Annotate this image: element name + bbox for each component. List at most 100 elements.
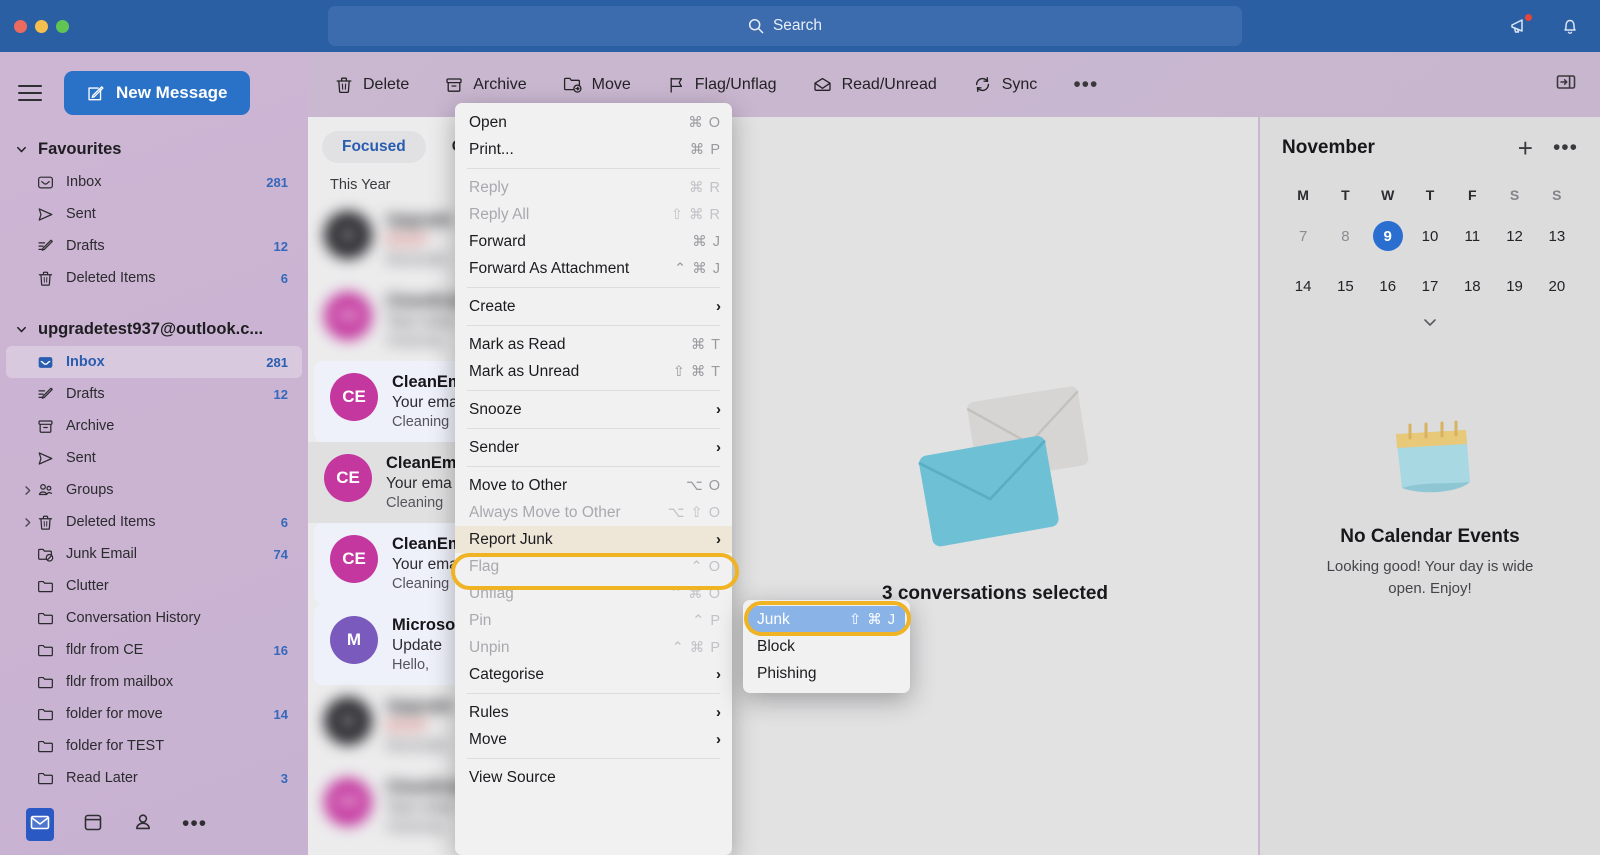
- menu-item-mark-as-read[interactable]: Mark as Read ⌘ T: [455, 331, 732, 358]
- calendar-day[interactable]: 19: [1493, 265, 1535, 307]
- minimize-window-button[interactable]: [35, 19, 48, 33]
- calendar-day[interactable]: 12: [1493, 215, 1535, 257]
- sidebar-item-folder-for-move[interactable]: folder for move 14: [6, 698, 302, 730]
- calendar-expand-button[interactable]: [1282, 315, 1578, 334]
- pivot-focused[interactable]: Focused: [322, 131, 426, 163]
- close-window-button[interactable]: [14, 19, 27, 33]
- sidebar-item-fldr-from-mailbox[interactable]: fldr from mailbox: [6, 666, 302, 698]
- menu-item-mark-as-unread[interactable]: Mark as Unread ⇧ ⌘ T: [455, 358, 732, 385]
- calendar-day[interactable]: 18: [1451, 265, 1493, 307]
- menu-item-shortcut: ⌘ T: [690, 336, 721, 353]
- hamburger-menu-icon[interactable]: [18, 80, 42, 106]
- menu-item-open[interactable]: Open ⌘ O: [455, 109, 732, 136]
- move-button[interactable]: Move: [549, 69, 644, 100]
- expand-toggle[interactable]: [18, 516, 36, 529]
- search-icon: [748, 18, 764, 34]
- calendar-nav-icon[interactable]: [82, 811, 104, 838]
- sidebar-item-inbox[interactable]: Inbox 281: [6, 166, 302, 198]
- sync-button[interactable]: Sync: [959, 69, 1051, 100]
- menu-item-label: Unpin: [469, 638, 510, 656]
- menu-item-shortcut: ⌃ P: [692, 612, 721, 629]
- calendar-day[interactable]: 11: [1451, 215, 1493, 257]
- read-unread-button[interactable]: Read/Unread: [799, 69, 950, 100]
- sidebar-section-account[interactable]: upgradetest937@outlook.c...: [0, 312, 308, 346]
- sidebar-item-archive[interactable]: Archive: [6, 410, 302, 442]
- calendar-day[interactable]: 7: [1282, 215, 1324, 257]
- envelope-open-icon: [813, 77, 831, 91]
- sidebar-item-inbox[interactable]: Inbox 281: [6, 346, 302, 378]
- calendar-day[interactable]: 16: [1367, 265, 1409, 307]
- avatar-initials: CE: [336, 792, 360, 811]
- reading-pane-toggle-button[interactable]: [1554, 70, 1578, 99]
- menu-item-categorise[interactable]: Categorise ›: [455, 661, 732, 688]
- sidebar-item-label: Drafts: [66, 238, 105, 254]
- calendar-day-number: 10: [1421, 227, 1439, 245]
- calendar-day[interactable]: 8: [1324, 215, 1366, 257]
- menu-item-forward-as-attachment[interactable]: Forward As Attachment ⌃ ⌘ J: [455, 255, 732, 282]
- menu-item-move-to-other[interactable]: Move to Other ⌥ O: [455, 472, 732, 499]
- more-nav-icon[interactable]: •••: [182, 812, 207, 836]
- menu-item-print[interactable]: Print... ⌘ P: [455, 136, 732, 163]
- menu-item-forward[interactable]: Forward ⌘ J: [455, 228, 732, 255]
- submenu-item-block[interactable]: Block: [748, 633, 905, 660]
- sidebar-item-drafts[interactable]: Drafts 12: [6, 378, 302, 410]
- sidebar-item-count: 6: [280, 514, 288, 530]
- menu-item-label: Rules: [469, 703, 509, 721]
- menu-item-create[interactable]: Create ›: [455, 293, 732, 320]
- sidebar-item-deleted-items[interactable]: Deleted Items 6: [6, 262, 302, 294]
- bell-icon[interactable]: [1558, 14, 1582, 38]
- sidebar-item-conversation-history[interactable]: Conversation History: [6, 602, 302, 634]
- sidebar-item-junk-email[interactable]: Junk Email 74: [6, 538, 302, 570]
- sidebar-bottom-nav: •••: [0, 793, 308, 855]
- calendar-day[interactable]: 13: [1536, 215, 1578, 257]
- sidebar-item-groups[interactable]: Groups: [6, 474, 302, 506]
- chevron-right-icon: ›: [716, 704, 721, 721]
- menu-item-rules[interactable]: Rules ›: [455, 699, 732, 726]
- calendar-day-number: 20: [1548, 277, 1566, 295]
- menu-item-move[interactable]: Move ›: [455, 726, 732, 753]
- sidebar-item-deleted-items[interactable]: Deleted Items 6: [6, 506, 302, 538]
- chevron-down-icon: [14, 323, 28, 336]
- toolbar-overflow-button[interactable]: •••: [1059, 68, 1112, 102]
- sidebar-item-count: 3: [280, 770, 288, 786]
- calendar-more-button[interactable]: •••: [1553, 136, 1578, 160]
- menu-item-view-source[interactable]: View Source: [455, 764, 732, 791]
- calendar-day[interactable]: 10: [1409, 215, 1451, 257]
- sidebar-item-clutter[interactable]: Clutter: [6, 570, 302, 602]
- account-folder-list: Inbox 281 Drafts 12 Archive Sent Groups Deleted…: [0, 346, 308, 794]
- calendar-day[interactable]: 20: [1536, 265, 1578, 307]
- calendar-month-label: November: [1282, 137, 1375, 158]
- calendar-day-number: 8: [1341, 227, 1350, 245]
- submenu-item-junk[interactable]: Junk ⇧ ⌘ J: [748, 606, 905, 633]
- archive-button[interactable]: Archive: [431, 70, 539, 100]
- calendar-day[interactable]: 15: [1324, 265, 1366, 307]
- sidebar-item-sent[interactable]: Sent: [6, 442, 302, 474]
- maximize-window-button[interactable]: [56, 19, 69, 33]
- calendar-day[interactable]: 9: [1367, 215, 1409, 257]
- sidebar-item-sent[interactable]: Sent: [6, 198, 302, 230]
- sidebar-section-favourites[interactable]: Favourites: [0, 132, 308, 166]
- mail-nav-icon[interactable]: [26, 807, 54, 841]
- submenu-item-phishing[interactable]: Phishing: [748, 660, 905, 687]
- sidebar-item-fldr-from-ce[interactable]: fldr from CE 16: [6, 634, 302, 666]
- menu-item-sender[interactable]: Sender ›: [455, 434, 732, 461]
- megaphone-icon[interactable]: [1508, 13, 1533, 38]
- folder-icon: [38, 772, 53, 784]
- sidebar-item-label: fldr from CE: [66, 642, 144, 658]
- sidebar-item-read-later[interactable]: Read Later 3: [6, 762, 302, 794]
- expand-toggle[interactable]: [18, 484, 36, 497]
- sidebar-item-folder-for-test[interactable]: folder for TEST: [6, 730, 302, 762]
- menu-item-snooze[interactable]: Snooze ›: [455, 396, 732, 423]
- add-event-button[interactable]: +: [1518, 135, 1533, 161]
- delete-button[interactable]: Delete: [321, 70, 422, 100]
- calendar-day[interactable]: 17: [1409, 265, 1451, 307]
- calendar-day[interactable]: 14: [1282, 265, 1324, 307]
- menu-item-report-junk[interactable]: Report Junk ›: [455, 526, 732, 553]
- menu-item-label: Create: [469, 297, 516, 315]
- sidebar-item-drafts[interactable]: Drafts 12: [6, 230, 302, 262]
- people-nav-icon[interactable]: [132, 811, 154, 838]
- search-input[interactable]: Search: [328, 6, 1242, 46]
- new-message-button[interactable]: New Message: [64, 71, 250, 115]
- title-bar: Search: [0, 0, 1600, 52]
- flag-unflag-button[interactable]: Flag/Unflag: [653, 70, 790, 100]
